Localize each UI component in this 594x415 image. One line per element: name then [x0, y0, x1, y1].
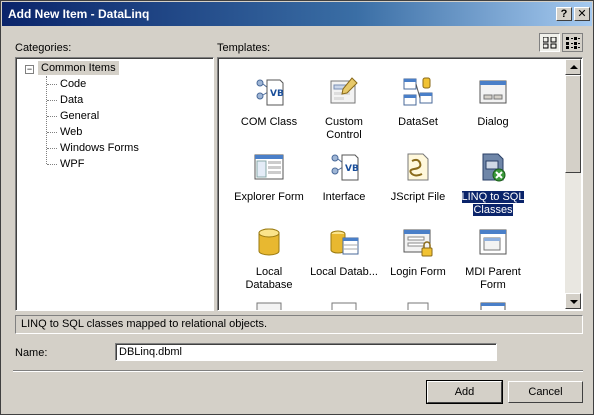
window-title: Add New Item - DataLinq [8, 7, 150, 21]
tree-item-wpf[interactable]: WPF [60, 158, 84, 170]
tree-connector [47, 148, 57, 149]
add-button[interactable]: Add [426, 380, 503, 404]
dataset-icon [403, 77, 433, 106]
template-label: Interface [322, 191, 366, 203]
title-bar[interactable]: Add New Item - DataLinq ? ✕ [2, 2, 592, 26]
explorer-form-icon [254, 154, 284, 180]
large-icons-icon [543, 37, 557, 49]
add-new-item-dialog: Add New Item - DataLinq ? ✕ Categories: … [0, 0, 594, 415]
tree-item-web[interactable]: Web [60, 126, 82, 138]
help-button[interactable]: ? [556, 7, 572, 21]
tree-connector [47, 84, 57, 85]
template-description: LINQ to SQL classes mapped to relational… [15, 315, 583, 334]
linq-to-sql-icon [482, 153, 506, 182]
tree-item-general[interactable]: General [60, 110, 99, 122]
partial-template-icon [256, 302, 282, 310]
partial-template-icon [331, 302, 357, 310]
tree-connector [47, 164, 57, 165]
dialog-icon [479, 80, 507, 104]
template-jscript-file[interactable]: JScript File [380, 151, 456, 223]
chevron-down-icon [570, 300, 578, 304]
mdi-parent-form-icon [479, 229, 507, 255]
categories-label: Categories: [15, 42, 72, 54]
template-linq-to-sql-classes[interactable]: LINQ to SQL Classes [455, 151, 531, 223]
name-input[interactable]: DBLinq.dbml [115, 343, 497, 361]
template-com-class[interactable]: VB COM Class [231, 76, 307, 148]
template-label: Local Datab... [310, 266, 378, 278]
template-label: Explorer Form [234, 191, 304, 203]
templates-list[interactable]: VB COM Class Custom Control DataSet Dial… [217, 57, 583, 311]
template-label: JScript File [390, 191, 446, 203]
templates-scrollbar[interactable] [565, 59, 581, 309]
vb-class-icon: VB [256, 79, 284, 106]
scroll-thumb[interactable] [565, 75, 581, 173]
template-label: LINQ to SQL Classes [460, 190, 526, 217]
scroll-down-button[interactable] [565, 293, 581, 309]
template-label: Custom Control [325, 116, 363, 141]
svg-text:VB: VB [345, 164, 359, 174]
template-local-database[interactable]: Local Database [231, 226, 307, 298]
template-label: COM Class [240, 116, 298, 128]
template-local-database-cache[interactable]: Local Datab... [306, 226, 382, 298]
template-interface[interactable]: VB Interface [306, 151, 382, 223]
template-custom-control[interactable]: Custom Control [306, 76, 382, 148]
template-label: Dialog [477, 116, 509, 128]
collapse-toggle-icon[interactable]: − [25, 65, 34, 74]
large-icons-view-button[interactable] [539, 33, 560, 52]
tree-connector [46, 76, 47, 164]
tree-connector [47, 100, 57, 101]
name-label: Name: [15, 347, 48, 359]
tree-item-data[interactable]: Data [60, 94, 83, 106]
template-mdi-parent-form[interactable]: MDI Parent Form [455, 226, 531, 298]
template-dialog[interactable]: Dialog [455, 76, 531, 148]
local-database-icon [258, 228, 280, 256]
template-dataset[interactable]: DataSet [380, 76, 456, 148]
custom-control-icon [330, 77, 358, 104]
template-label: MDI Parent Form [465, 266, 521, 291]
close-button[interactable]: ✕ [574, 7, 590, 21]
partial-template-icon [407, 302, 429, 310]
template-label: Login Form [390, 266, 446, 278]
categories-tree[interactable]: − Common Items Code Data General Web Win… [15, 57, 214, 311]
tree-item-code[interactable]: Code [60, 78, 86, 90]
tree-item-windows-forms[interactable]: Windows Forms [60, 142, 139, 154]
partial-template-icon [480, 302, 506, 310]
scroll-up-button[interactable] [565, 59, 581, 75]
small-icons-view-button[interactable] [562, 33, 583, 52]
template-explorer-form[interactable]: Explorer Form [231, 151, 307, 223]
jscript-file-icon [407, 153, 429, 181]
tree-connector [47, 116, 57, 117]
template-label: Local Database [245, 266, 293, 291]
small-icons-icon [566, 37, 580, 49]
tree-item-common-items[interactable]: Common Items [38, 61, 119, 75]
cancel-button[interactable]: Cancel [508, 381, 583, 403]
local-database-cache-icon [330, 230, 359, 255]
chevron-up-icon [570, 65, 578, 69]
login-form-icon [403, 229, 433, 257]
interface-icon: VB [331, 154, 359, 181]
svg-text:VB: VB [270, 89, 284, 99]
template-login-form[interactable]: Login Form [380, 226, 456, 298]
separator [13, 370, 583, 372]
templates-label: Templates: [217, 42, 271, 54]
template-label: DataSet [398, 116, 438, 128]
tree-connector [47, 132, 57, 133]
